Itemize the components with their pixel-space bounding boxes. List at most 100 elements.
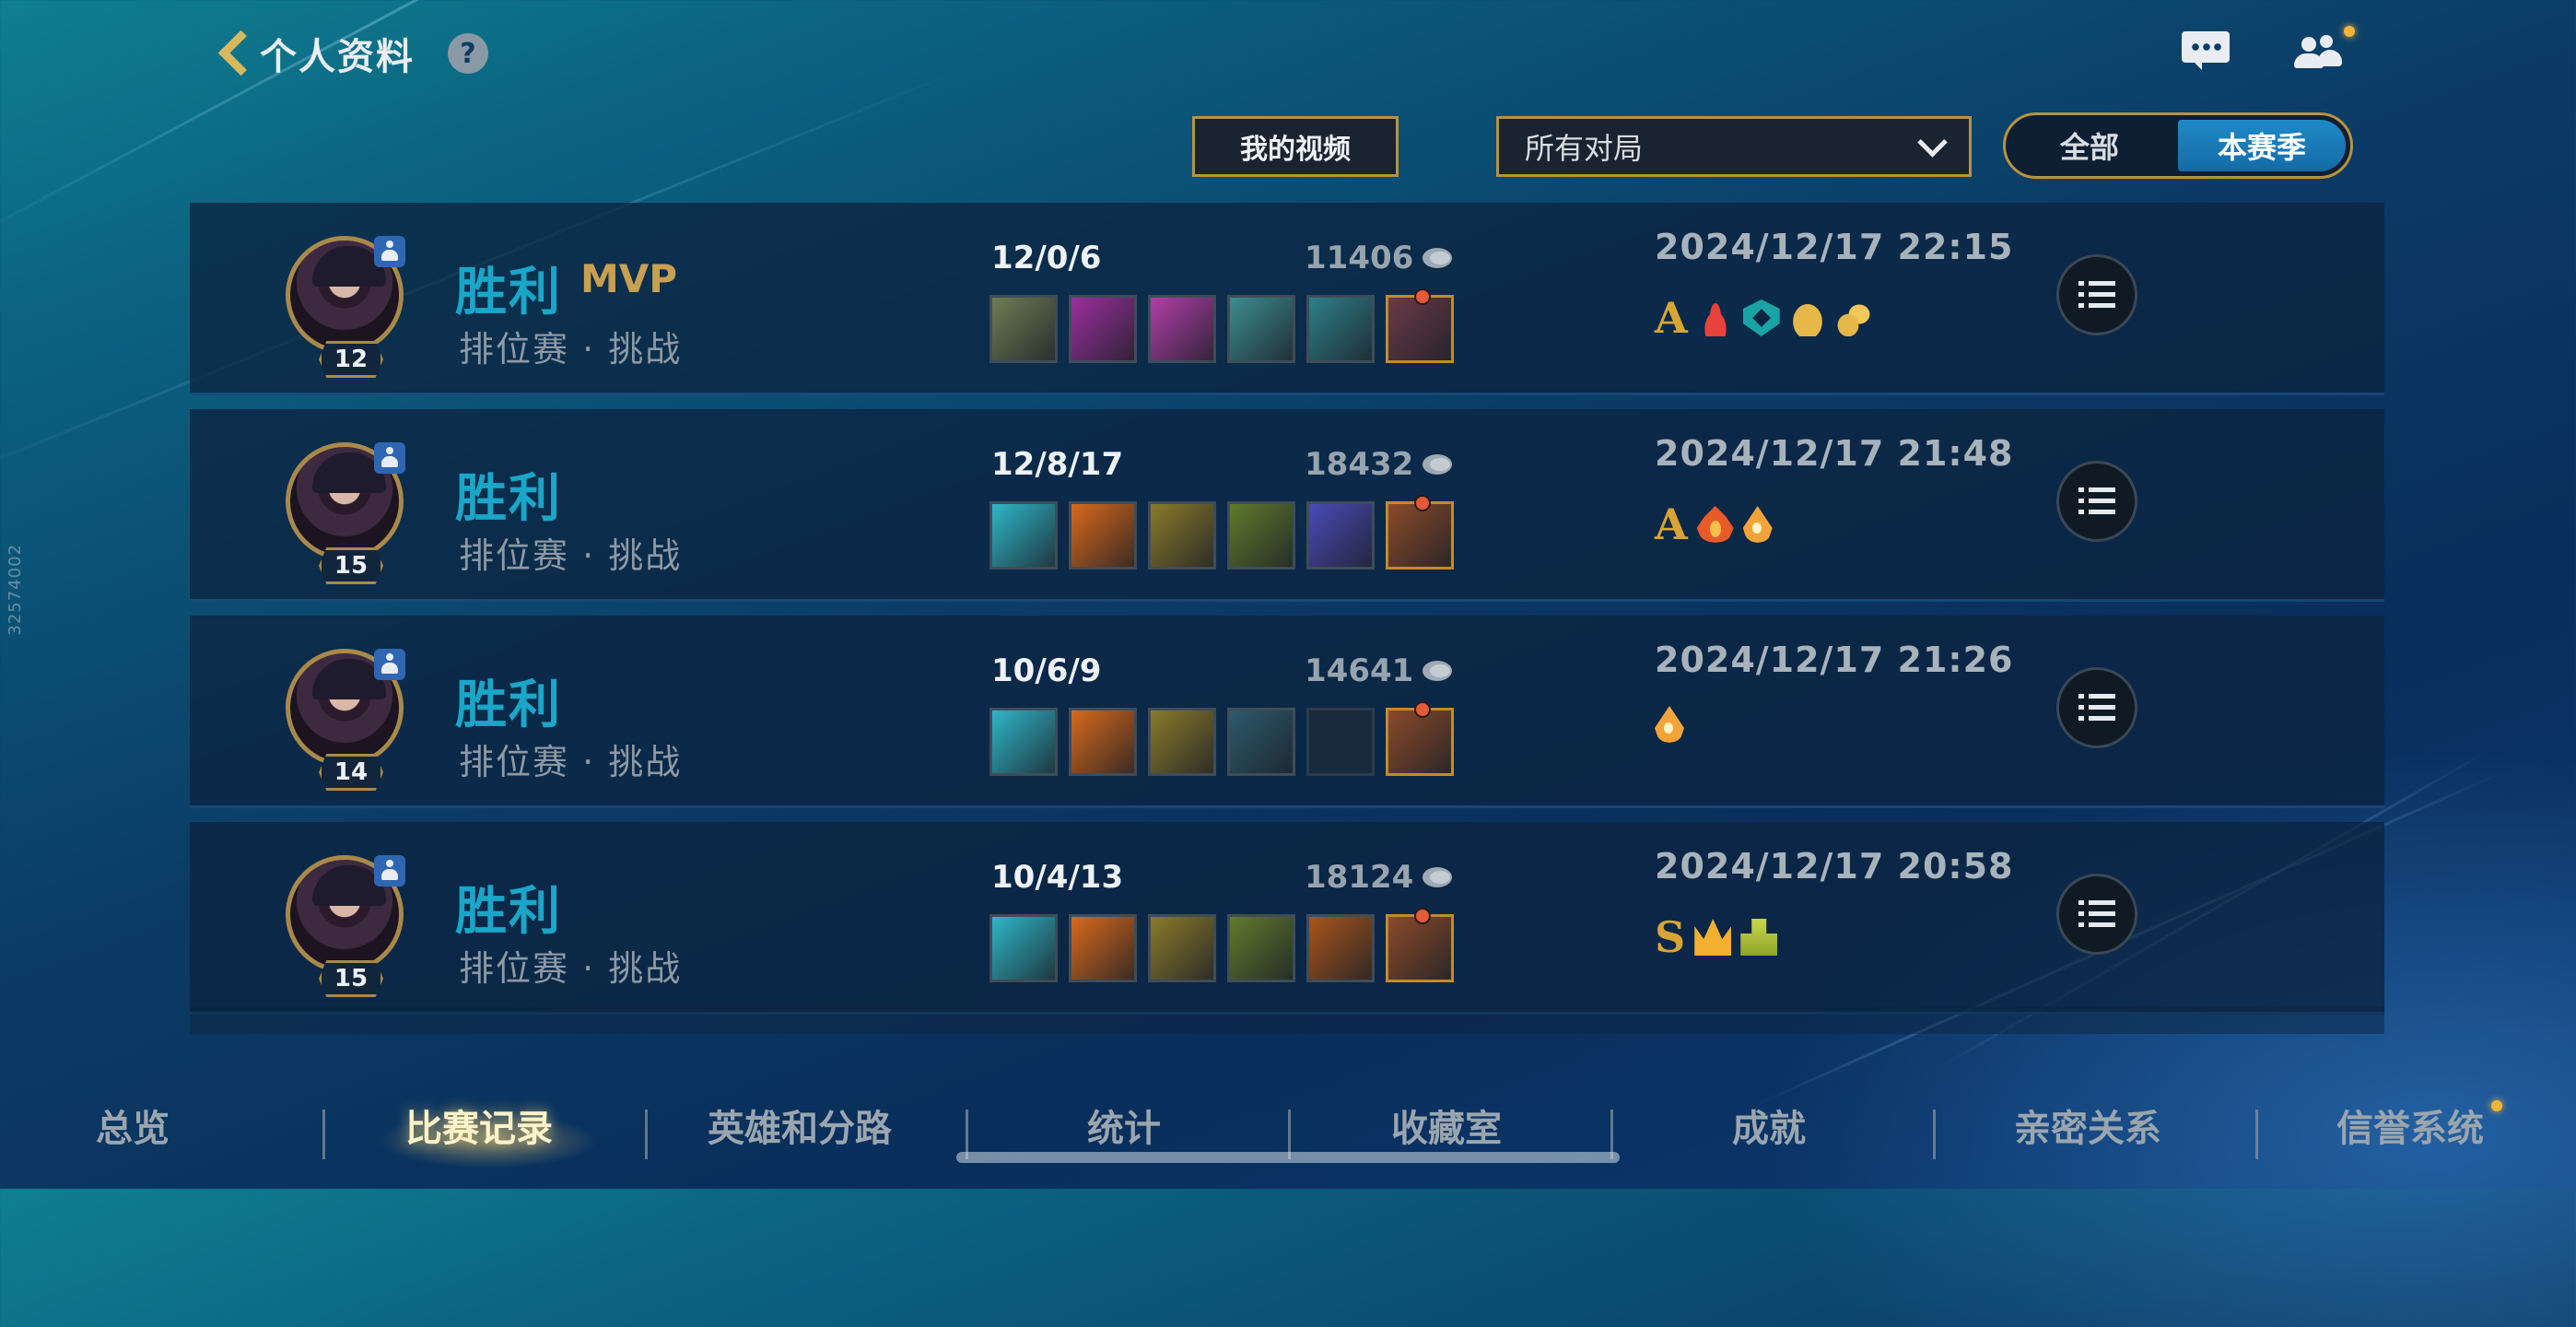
match-detail-button[interactable] [2056, 874, 2137, 955]
nav-stats[interactable]: 统计 [1087, 1098, 1161, 1152]
nav-match-history[interactable]: 比赛记录 [405, 1098, 553, 1152]
home-indicator [956, 1152, 1620, 1163]
gold-value: 18124 [1305, 859, 1414, 896]
match-row[interactable]: 15 胜利 排位赛 · 挑战 10/4/13 18124 2024/12/17 … [190, 822, 2384, 1015]
nav-relationships[interactable]: 亲密关系 [2014, 1098, 2161, 1152]
season-option-current[interactable]: 本赛季 [2178, 120, 2346, 171]
trinket-marker-icon [1414, 495, 1431, 511]
trinket-marker-icon [1414, 288, 1431, 305]
champion-level: 15 [319, 547, 383, 584]
list-icon [2078, 487, 2115, 515]
game-mode: 排位赛 · 挑战 [459, 329, 683, 370]
match-row[interactable]: 14 胜利 排位赛 · 挑战 10/6/9 14641 2024/12/17 2… [190, 616, 2384, 808]
party-icon [374, 442, 405, 474]
match-badges: A [1655, 293, 1872, 343]
help-icon[interactable]: ? [448, 33, 488, 74]
trinket-marker-icon [1414, 701, 1431, 718]
nav-collection[interactable]: 收藏室 [1391, 1098, 1502, 1152]
party-icon [374, 855, 405, 887]
party-icon [374, 649, 405, 680]
item-slot[interactable] [1069, 914, 1137, 982]
my-videos-button[interactable]: 我的视频 [1192, 116, 1399, 177]
trinket-item-slot[interactable] [1386, 288, 1454, 363]
match-row[interactable]: 12 胜利 MVP 排位赛 · 挑战 12/0/6 11406 2024/12/… [190, 203, 2384, 395]
match-datetime: 2024/12/17 21:26 [1655, 640, 2014, 680]
match-result: 胜利 [455, 263, 562, 323]
item-slot[interactable] [1306, 708, 1375, 776]
champion-level: 15 [319, 960, 383, 997]
match-datetime: 2024/12/17 22:15 [1655, 227, 2014, 267]
nav-divider [2255, 1110, 2258, 1159]
page-title: 个人资料 [260, 36, 415, 78]
item-slot[interactable] [1069, 501, 1137, 570]
match-filter-value: 所有对局 [1525, 131, 1644, 166]
game-mode: 排位赛 · 挑战 [459, 742, 683, 782]
friends-icon[interactable] [2294, 26, 2355, 72]
item-slot[interactable] [1306, 914, 1375, 982]
match-badges: S [1655, 912, 1778, 962]
lotus-icon [1696, 299, 1734, 336]
gold-earned: 11406 [1305, 240, 1453, 276]
fire-icon [1696, 506, 1734, 543]
nav-divider [322, 1110, 325, 1159]
match-result: 胜利 [455, 469, 562, 529]
gold-coin-icon [1423, 867, 1453, 887]
side-id-text: 32574002 [6, 544, 25, 636]
nav-achievements[interactable]: 成就 [1732, 1098, 1806, 1152]
trinket-item-slot[interactable] [1386, 908, 1454, 982]
item-slot[interactable] [1306, 295, 1375, 363]
item-slot[interactable] [1227, 295, 1295, 363]
item-slot[interactable] [1069, 708, 1137, 776]
item-slot[interactable] [989, 708, 1058, 776]
item-slot[interactable] [1148, 914, 1216, 982]
drop-icon [1742, 506, 1773, 543]
kda: 10/6/9 [991, 652, 1102, 689]
match-badges [1655, 706, 1684, 743]
match-filter-select[interactable]: 所有对局 [1496, 116, 1972, 177]
nav-honor-system[interactable]: 信誉系统 [2336, 1098, 2484, 1152]
performance-grade: A [1655, 499, 1688, 549]
back-chevron-icon[interactable] [212, 26, 249, 81]
item-slot[interactable] [989, 501, 1058, 570]
match-detail-button[interactable] [2056, 254, 2137, 335]
season-toggle: 全部 本赛季 [2003, 112, 2353, 179]
item-slot[interactable] [1227, 708, 1295, 776]
kda: 12/0/6 [991, 240, 1102, 276]
trinket-item-slot[interactable] [1386, 495, 1454, 570]
item-slot[interactable] [1069, 295, 1137, 363]
party-icon [374, 236, 405, 267]
champion-level: 12 [319, 341, 383, 378]
mvp-label: MVP [580, 256, 678, 301]
item-slots [989, 701, 1454, 776]
item-slot[interactable] [989, 914, 1058, 982]
nav-champions-lanes[interactable]: 英雄和分路 [708, 1098, 892, 1152]
item-slot[interactable] [1306, 501, 1375, 570]
coin-icon [1788, 299, 1826, 336]
item-slot[interactable] [1227, 501, 1295, 570]
chevron-down-icon [1917, 126, 1948, 158]
list-icon [2078, 900, 2115, 928]
match-datetime: 2024/12/17 20:58 [1655, 846, 2014, 887]
season-option-all[interactable]: 全部 [2006, 115, 2173, 176]
header: 个人资料 ? [212, 26, 488, 81]
kda: 10/4/13 [991, 859, 1124, 896]
item-slot[interactable] [989, 295, 1058, 363]
gold-earned: 14641 [1305, 652, 1453, 689]
match-row-partial [190, 1006, 2384, 1034]
item-slot[interactable] [1148, 295, 1216, 363]
match-row[interactable]: 15 胜利 排位赛 · 挑战 12/8/17 18432 2024/12/17 … [190, 409, 2384, 602]
item-slot[interactable] [1148, 501, 1216, 570]
match-detail-button[interactable] [2056, 461, 2137, 542]
trinket-marker-icon [1414, 908, 1431, 924]
item-slot[interactable] [1148, 708, 1216, 776]
gold-coin-icon [1423, 248, 1453, 268]
game-mode: 排位赛 · 挑战 [459, 535, 683, 576]
notification-dot [2344, 26, 2355, 37]
trinket-item-slot[interactable] [1386, 701, 1454, 776]
match-detail-button[interactable] [2056, 667, 2137, 748]
nav-overview[interactable]: 总览 [96, 1098, 170, 1152]
item-slot[interactable] [1227, 914, 1295, 982]
nav-divider [1933, 1110, 1936, 1159]
chat-icon[interactable] [2182, 31, 2230, 70]
podium-icon [1740, 919, 1778, 956]
